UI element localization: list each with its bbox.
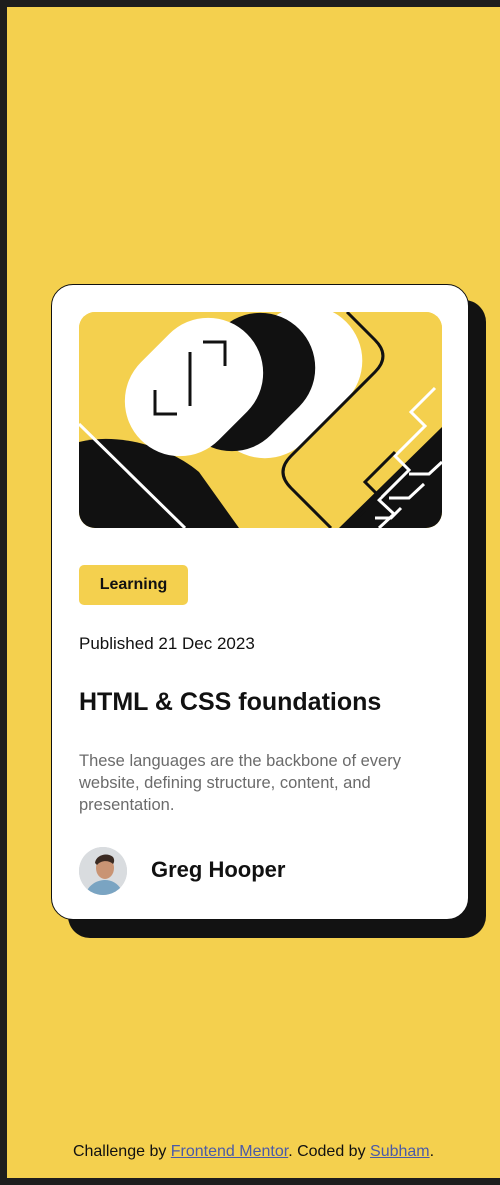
attribution-prefix: Challenge by <box>72 1143 171 1160</box>
frontend-mentor-link[interactable]: Frontend Mentor <box>171 1143 288 1160</box>
attribution-suffix: . <box>429 1143 435 1160</box>
author-avatar <box>79 847 127 895</box>
author-link[interactable]: Subham <box>370 1143 430 1160</box>
category-tag: Learning <box>79 565 188 605</box>
edge-mark <box>7 353 14 355</box>
blog-illustration <box>79 312 442 528</box>
card-title[interactable]: HTML & CSS foundations <box>79 688 381 717</box>
publish-date: Published 21 Dec 2023 <box>79 634 255 653</box>
page-background: Learning Published 21 Dec 2023 HTML & CS… <box>7 7 500 1178</box>
card-description: These languages are the backbone of ever… <box>79 752 401 814</box>
attribution-middle: . Coded by <box>288 1143 371 1160</box>
attribution: Challenge by Frontend Mentor. Coded by S… <box>7 1143 500 1161</box>
author-name: Greg Hooper <box>151 857 286 882</box>
blog-preview-card: Learning Published 21 Dec 2023 HTML & CS… <box>51 284 469 920</box>
